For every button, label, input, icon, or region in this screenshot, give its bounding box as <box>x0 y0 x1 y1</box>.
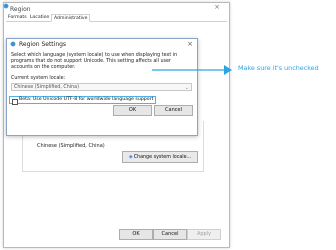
annotation-arrow <box>152 65 232 75</box>
cancel-button[interactable]: Cancel <box>153 229 187 240</box>
dialog-ok-button[interactable]: OK <box>113 105 152 116</box>
shield-icon: ◈ <box>128 154 133 160</box>
system-locale-select[interactable]: Chinese (Simplified, China) ⌄ <box>11 83 192 91</box>
close-icon[interactable]: × <box>212 3 222 11</box>
change-system-locale-button[interactable]: ◈Change system locale... <box>122 151 198 163</box>
current-locale-label: Current system locale: <box>11 76 66 81</box>
change-system-locale-label: Change system locale... <box>133 155 192 160</box>
dialog-cancel-button[interactable]: Cancel <box>154 105 193 116</box>
apply-button[interactable]: Apply <box>187 229 221 240</box>
beta-utf8-label[interactable]: Beta: Use Unicode UTF-8 for worldwide la… <box>19 97 153 103</box>
beta-utf8-checkbox[interactable] <box>12 98 18 105</box>
region-window-title: Region <box>10 6 31 13</box>
tab-formats[interactable]: Formats <box>6 14 29 21</box>
region-settings-dialog: Region Settings × Select which language … <box>6 38 198 136</box>
region-globe-icon <box>10 41 16 47</box>
ok-button[interactable]: OK <box>119 229 153 240</box>
tab-administrative[interactable]: Administrative <box>51 14 91 22</box>
close-icon[interactable]: × <box>185 40 195 48</box>
annotation-note: Make sure it's unchecked <box>238 64 319 72</box>
tab-bar: Formats Location Administrative <box>6 14 227 22</box>
current-language-text: Chinese (Simplified, China) <box>37 143 105 149</box>
region-globe-icon <box>3 3 9 9</box>
system-locale-value: Chinese (Simplified, China) <box>14 85 79 90</box>
beta-utf8-highlight: Beta: Use Unicode UTF-8 for worldwide la… <box>9 96 156 105</box>
dialog-title: Region Settings <box>19 41 67 48</box>
chevron-down-icon: ⌄ <box>184 85 189 91</box>
tab-location[interactable]: Location <box>28 14 51 21</box>
